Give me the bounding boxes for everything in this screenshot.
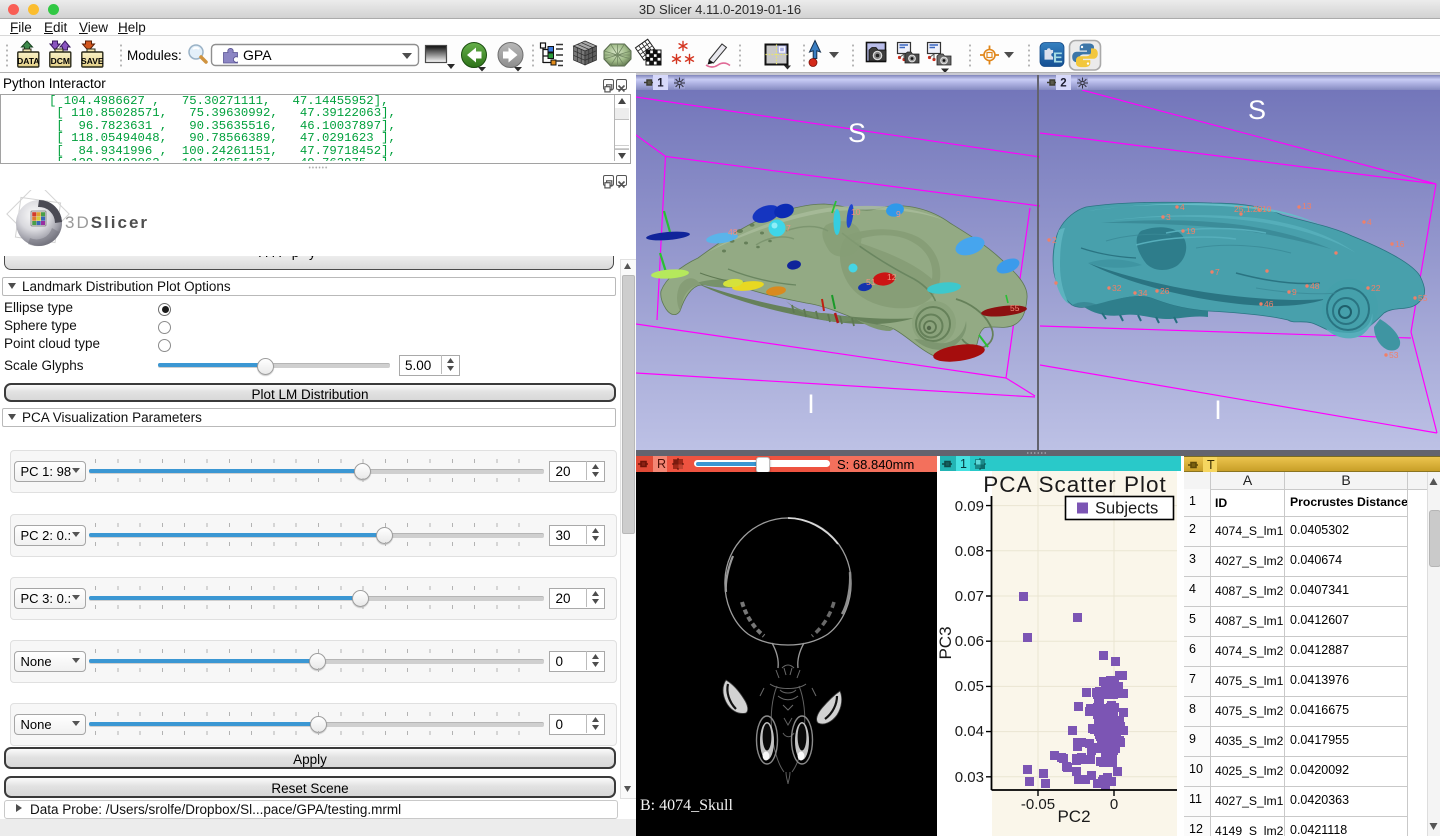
svg-text:10: 10 xyxy=(1262,204,1272,214)
svg-text:22: 22 xyxy=(1371,283,1381,293)
svg-text:32: 32 xyxy=(1112,283,1122,293)
svg-text:48: 48 xyxy=(728,227,738,237)
svg-text:55: 55 xyxy=(1010,303,1020,313)
svg-text:4: 4 xyxy=(1367,217,1372,227)
svg-text:26: 26 xyxy=(1160,286,1170,296)
svg-text:0.03: 0.03 xyxy=(955,769,984,786)
svg-text:2: 2 xyxy=(1052,235,1057,245)
svg-text:7: 7 xyxy=(1215,267,1220,277)
svg-text:46: 46 xyxy=(1264,299,1274,309)
svg-text:16: 16 xyxy=(1395,239,1405,249)
svg-text:I: I xyxy=(1214,395,1222,425)
svg-text:55: 55 xyxy=(1418,293,1428,303)
svg-text:PC3: PC3 xyxy=(937,626,955,659)
svg-text:0.05: 0.05 xyxy=(955,678,984,695)
svg-text:S: S xyxy=(848,118,866,148)
svg-text:4: 4 xyxy=(1180,202,1185,212)
svg-text:1: 1 xyxy=(657,78,664,90)
svg-text:19: 19 xyxy=(1186,226,1196,236)
svg-text:53: 53 xyxy=(1389,350,1399,360)
svg-text:0.09: 0.09 xyxy=(955,498,984,515)
svg-text:12: 12 xyxy=(887,272,897,282)
svg-text:9: 9 xyxy=(1292,287,1297,297)
svg-text:0.04: 0.04 xyxy=(955,723,984,740)
svg-text:0.06: 0.06 xyxy=(955,633,984,650)
svg-text:Subjects: Subjects xyxy=(1095,500,1158,518)
svg-text:0: 0 xyxy=(1110,796,1118,813)
svg-text:0.08: 0.08 xyxy=(955,543,984,560)
svg-text:B: 4074_Skull: B: 4074_Skull xyxy=(640,797,733,814)
svg-text:DCM: DCM xyxy=(51,56,70,66)
svg-text:GPA: GPA xyxy=(243,47,272,63)
svg-text:DATA: DATA xyxy=(17,56,39,66)
svg-text:PC2: PC2 xyxy=(1057,807,1090,826)
svg-text:S: S xyxy=(1248,95,1266,125)
svg-text:E: E xyxy=(1053,51,1063,67)
svg-text:0.07: 0.07 xyxy=(955,588,984,605)
svg-text:48: 48 xyxy=(1310,281,1320,291)
svg-text:7: 7 xyxy=(786,223,791,233)
svg-text:34: 34 xyxy=(1138,288,1148,298)
svg-text:2: 2 xyxy=(1060,78,1066,90)
svg-text:13: 13 xyxy=(1302,201,1312,211)
svg-text:I: I xyxy=(807,389,815,419)
svg-text:9: 9 xyxy=(896,209,901,219)
svg-text:10: 10 xyxy=(851,207,861,217)
svg-text:-0.05: -0.05 xyxy=(1021,796,1055,813)
svg-text:PCA Scatter Plot: PCA Scatter Plot xyxy=(983,472,1167,497)
svg-text:3: 3 xyxy=(1166,212,1171,222)
svg-text:SAVE: SAVE xyxy=(81,56,104,66)
svg-text:51: 51 xyxy=(866,277,876,287)
